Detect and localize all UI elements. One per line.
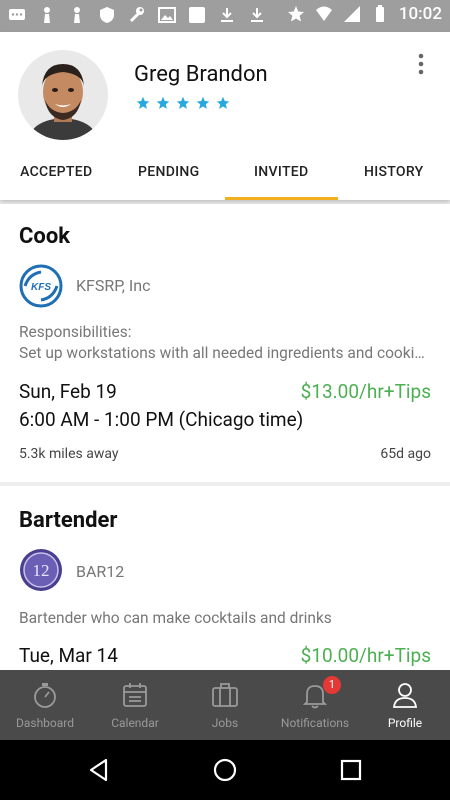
tab-history[interactable]: HISTORY [338,150,450,200]
bottom-navigation: Dashboard Calendar Jobs 1 Notifications … [0,670,450,740]
person-icon [392,683,418,708]
nav-notifications[interactable]: 1 Notifications [270,670,360,740]
download-icon [221,8,233,22]
calendar-icon [123,683,147,707]
battery-icon [375,5,384,22]
avatar[interactable] [18,50,108,140]
profile-header: Greg Brandon ACCEPTED PENDING INVITED HI… [0,32,450,200]
status-time: 10:02 [398,4,442,24]
nav-label: Calendar [111,716,159,730]
wifi-icon [315,6,332,21]
briefcase-icon [212,683,238,707]
tab-pending[interactable]: PENDING [113,150,226,200]
star-icon [196,96,210,109]
tab-invited[interactable]: INVITED [225,150,338,200]
status-notification-icons [8,6,266,24]
job-date: Sun, Feb 19 [19,380,117,403]
description-label: Responsibilities: [19,323,132,341]
more-options-icon[interactable] [416,52,426,76]
nav-label: Jobs [211,716,239,730]
job-card[interactable]: Bartender 12 BAR12 Bartender who can mak… [0,486,450,670]
pawn-icon [44,7,50,23]
nav-label: Profile [387,716,423,730]
nav-label: Dashboard [15,716,75,730]
job-description: Responsibilities: Set up workstations wi… [19,322,431,364]
job-tabs: ACCEPTED PENDING INVITED HISTORY [0,150,450,200]
profile-name: Greg Brandon [134,62,268,87]
star-icon [287,6,304,22]
nav-profile[interactable]: Profile [360,670,450,740]
job-title: Bartender [19,508,118,533]
chat-icon [9,9,25,20]
star-icon [156,96,170,109]
company-name: KFSRP, Inc [76,276,151,295]
avatar-image [18,50,108,140]
job-date: Tue, Mar 14 [19,644,118,667]
status-bar: 10:02 [0,0,450,32]
star-icon [136,96,150,109]
company-logo-icon: 12 [20,549,62,591]
nav-dashboard[interactable]: Dashboard [0,670,90,740]
company-name: BAR12 [76,562,125,581]
home-icon[interactable] [212,757,238,783]
tab-accepted[interactable]: ACCEPTED [0,150,113,200]
job-description: Bartender who can make cocktails and dri… [19,609,332,627]
square-icon [189,7,205,23]
job-title: Cook [19,224,70,249]
download-icon [251,8,263,22]
rating-stars [136,96,230,110]
svg-text:KFS: KFS [31,282,51,293]
nav-jobs[interactable]: Jobs [180,670,270,740]
nav-calendar[interactable]: Calendar [90,670,180,740]
description-text: Set up workstations with all needed ingr… [19,344,431,362]
recents-icon[interactable] [338,757,364,783]
stopwatch-icon [34,683,56,708]
status-system-icons: 10:02 [287,4,442,24]
job-card[interactable]: Cook KFS KFSRP, Inc Responsibilities: Se… [0,204,450,482]
notification-badge: 1 [323,676,341,694]
image-icon [158,7,176,23]
job-distance: 5.3k miles away [19,446,119,462]
shield-icon [100,7,114,23]
company-logo-icon: KFS [19,264,63,308]
job-pay: $10.00/hr+Tips [300,644,431,667]
svg-text:12: 12 [33,561,50,580]
star-icon [216,96,230,109]
job-posted: 65d ago [380,446,431,462]
system-navigation-bar [0,740,450,800]
job-time: 6:00 AM - 1:00 PM (Chicago time) [19,408,304,431]
wrench-icon [129,7,144,23]
pawn-icon [74,7,80,23]
nav-label: Notifications [280,716,350,730]
signal-icon [343,6,360,22]
back-icon[interactable] [86,757,112,783]
job-pay: $13.00/hr+Tips [300,380,431,403]
star-icon [176,96,190,109]
